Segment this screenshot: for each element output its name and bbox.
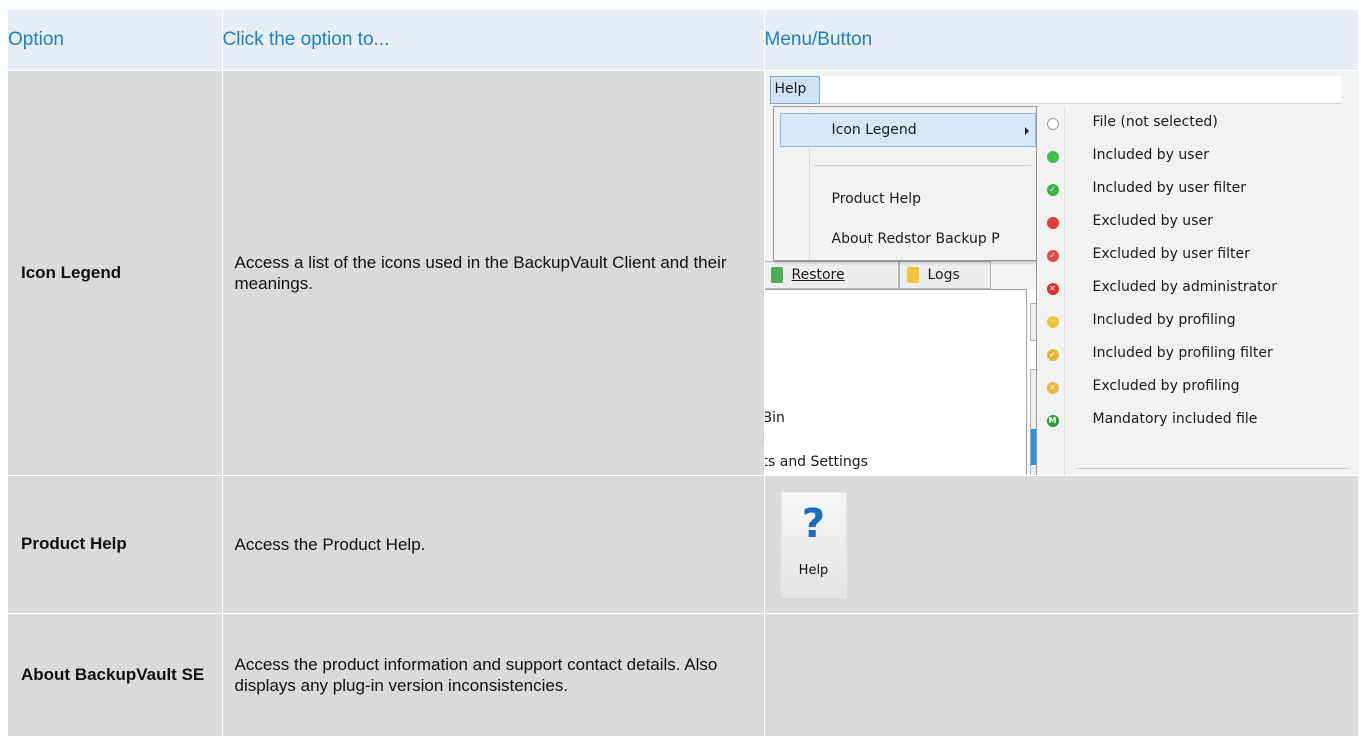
options-table: Option Click the option to... Menu/Butto…	[8, 10, 1359, 737]
tab-restore[interactable]: Restore	[764, 260, 899, 289]
help-menu-screenshot: Help Restore Logs Bin i ts and Setting	[764, 70, 1359, 475]
legend-item[interactable]: ✓ Excluded by user filter	[1046, 245, 1347, 266]
tab-restore-label: Restore	[791, 266, 845, 283]
question-mark-icon: ?	[801, 500, 826, 547]
header-menu-button: Menu/Button	[764, 10, 1359, 71]
table-row: About BackupVault SE Access the product …	[8, 613, 1359, 737]
table-row: Product Help Access the Product Help. ? …	[8, 475, 1359, 614]
header-option: Option	[8, 10, 223, 71]
icon-legend-submenu: File (not selected) Included by user ✓ Incl…	[1035, 106, 1359, 475]
tab-logs-label: Logs	[927, 266, 960, 283]
restore-icon	[770, 266, 783, 283]
menu-separator	[813, 164, 1031, 166]
legend-item[interactable]: ✕ Excluded by administrator	[1046, 278, 1347, 299]
tab-logs[interactable]: Logs	[898, 260, 991, 289]
tab-strip: Restore Logs	[764, 260, 1031, 289]
yellow-circle-icon	[1046, 315, 1059, 328]
help-menu[interactable]: Help	[769, 75, 820, 104]
tree-item[interactable]: ts and Settings	[765, 454, 868, 470]
logs-icon	[906, 266, 919, 283]
option-name: Icon Legend	[8, 70, 223, 476]
help-button-label: Help	[798, 562, 829, 578]
legend-item[interactable]: ✓ Included by user filter	[1046, 179, 1347, 200]
header-click: Click the option to...	[222, 10, 765, 71]
legend-item[interactable]: Included by user	[1046, 146, 1347, 167]
yellow-x-icon: ✕	[1046, 381, 1059, 394]
option-description: Access the Product Help.	[222, 475, 765, 614]
menu-item-about[interactable]: About Redstor Backup P	[832, 231, 1000, 247]
option-description: Access the product information and suppo…	[222, 613, 765, 737]
menu-screenshot-cell: Help Restore Logs Bin i ts and Setting	[764, 70, 1359, 476]
red-check-icon: ✓	[1046, 249, 1059, 262]
help-button-cell: ? Help	[764, 475, 1359, 614]
menu-item-product-help[interactable]: Product Help	[832, 191, 922, 207]
menu-bar: Help	[769, 75, 1341, 104]
option-name: Product Help	[8, 475, 223, 614]
table-row: Icon Legend Access a list of the icons u…	[8, 70, 1359, 476]
help-dropdown: Icon Legend Product Help About Redstor B…	[772, 105, 1038, 261]
legend-item[interactable]: ✕ Excluded by profiling	[1046, 377, 1347, 398]
header-row: Option Click the option to... Menu/Butto…	[8, 10, 1359, 71]
legend-item-label: File (not selected)	[1092, 113, 1218, 130]
legend-item-label: Excluded by profiling	[1092, 377, 1240, 394]
red-x-icon: ✕	[1046, 282, 1059, 295]
submenu-separator	[1076, 467, 1349, 469]
folder-tree: Bin i ts and Settings	[764, 288, 1027, 475]
legend-item[interactable]: M Mandatory included file	[1046, 410, 1347, 431]
legend-item[interactable]: ✓ Included by profiling filter	[1046, 344, 1347, 365]
tree-item[interactable]: i	[765, 432, 767, 448]
mandatory-m-icon: M	[1046, 414, 1059, 427]
legend-item-label: Mandatory included file	[1092, 410, 1258, 427]
menu-item-icon-legend[interactable]: Icon Legend	[779, 112, 1036, 147]
legend-item-label: Excluded by administrator	[1092, 278, 1278, 295]
submenu-arrow-icon	[1024, 126, 1029, 135]
legend-item-label: Included by profiling	[1092, 311, 1236, 328]
empty-circle-icon	[1046, 117, 1059, 130]
legend-item-label: Included by profiling filter	[1092, 344, 1273, 361]
legend-item-label: Included by user	[1092, 146, 1209, 163]
legend-item[interactable]: File (not selected)	[1046, 113, 1347, 134]
tree-item[interactable]: Bin	[765, 410, 785, 426]
legend-item[interactable]: Excluded by user	[1046, 212, 1347, 233]
green-check-icon: ✓	[1046, 183, 1059, 196]
option-name: About BackupVault SE	[8, 613, 223, 737]
menu-item-label: Icon Legend	[831, 121, 917, 138]
legend-item-label: Included by user filter	[1092, 179, 1246, 196]
red-circle-icon	[1046, 216, 1059, 229]
empty-cell	[764, 613, 1359, 737]
legend-item-label: Excluded by user filter	[1092, 245, 1250, 262]
green-circle-icon	[1046, 150, 1059, 163]
legend-item-label: Excluded by user	[1092, 212, 1213, 229]
yellow-check-icon: ✓	[1046, 348, 1059, 361]
legend-item[interactable]: Included by profiling	[1046, 311, 1347, 332]
option-description: Access a list of the icons used in the B…	[222, 70, 765, 476]
help-button[interactable]: ? Help	[780, 491, 847, 598]
